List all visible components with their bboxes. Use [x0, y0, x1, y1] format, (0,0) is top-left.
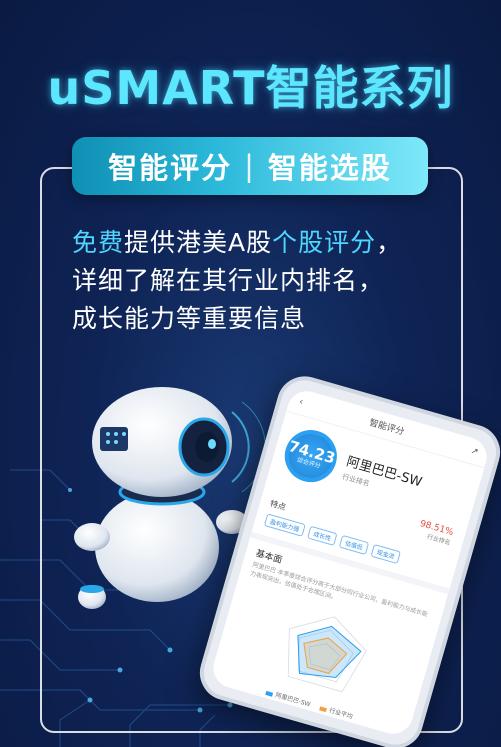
- screen-title: 智能评分: [367, 418, 406, 438]
- pill-right-label: 智能选股: [267, 151, 392, 185]
- score-badge: 74.23 综合评分: [278, 423, 343, 489]
- description-text: 提供港美A股: [124, 228, 273, 257]
- tag[interactable]: 成长性: [307, 525, 338, 546]
- back-arrow-icon[interactable]: ‹: [298, 397, 304, 408]
- description-line-3: 成长能力等重要信息: [72, 304, 307, 333]
- share-icon[interactable]: ↗: [470, 446, 480, 458]
- pill-left-label: 智能评分: [108, 151, 233, 185]
- stock-info: 阿里巴巴-SW 行业排名: [341, 451, 425, 503]
- tag[interactable]: 估值低: [338, 534, 370, 556]
- feature-pill: 智能评分 | 智能选股: [72, 137, 428, 195]
- description-line-1: 免费提供港美A股个股评分，: [72, 224, 452, 262]
- description-line-2: 详细了解在其行业内排名，: [72, 266, 385, 295]
- headline: uSMART智能系列: [47, 61, 454, 115]
- pill-separator: |: [244, 149, 256, 183]
- highlight-stock-score: 个股评分: [272, 228, 377, 257]
- highlight-free: 免费: [72, 228, 125, 257]
- tag[interactable]: 现金流: [370, 543, 402, 565]
- description-comma: ，: [376, 228, 403, 257]
- description: 免费提供港美A股个股评分， 详细了解在其行业内排名， 成长能力等重要信息: [72, 224, 452, 338]
